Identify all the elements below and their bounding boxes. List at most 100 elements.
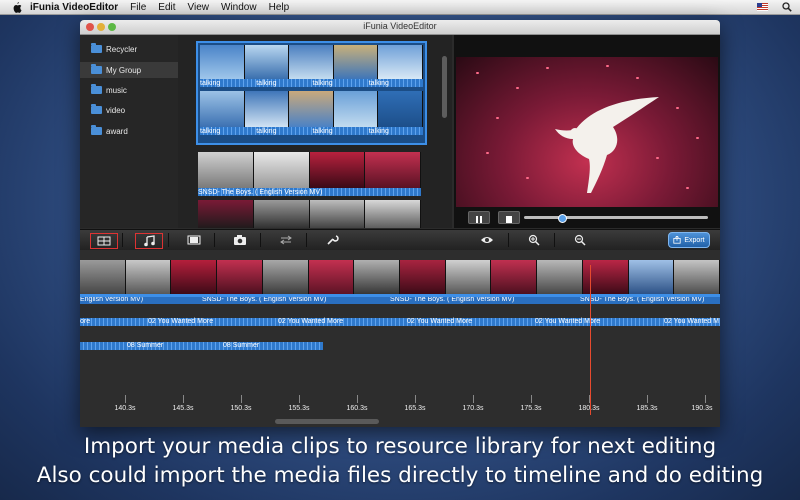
dove-image bbox=[555, 97, 659, 193]
app-menu[interactable]: iFunia VideoEditor bbox=[30, 2, 118, 13]
menu-edit[interactable]: Edit bbox=[158, 2, 175, 13]
transition-button[interactable] bbox=[273, 233, 299, 247]
zoom-out-button[interactable] bbox=[567, 233, 593, 247]
ruler-label: 150.3s bbox=[230, 405, 252, 412]
menu-help[interactable]: Help bbox=[269, 2, 290, 13]
sidebar-item-label: Recycler bbox=[106, 44, 138, 54]
library-sidebar: Recycler My Group music video award bbox=[80, 35, 178, 228]
sidebar-item-label: video bbox=[106, 105, 126, 115]
audio-track-1[interactable]: ore 02 You Wanted More 02 You Wanted Mor… bbox=[80, 318, 720, 326]
menu-view[interactable]: View bbox=[188, 2, 210, 13]
ruler-label: 140.3s bbox=[114, 405, 136, 412]
clip-caption: talking talking talking talking bbox=[200, 127, 423, 135]
clip-caption: talking talking talking talking bbox=[200, 79, 423, 87]
music-button[interactable] bbox=[135, 233, 163, 249]
sidebar-item-video[interactable]: video bbox=[80, 102, 178, 118]
clip-caption-text: SNSD- The Boys. ( English Version MV) bbox=[198, 188, 323, 196]
promo-caption: Import your media clips to resource libr… bbox=[0, 432, 800, 490]
edit-tools-button[interactable] bbox=[319, 233, 345, 247]
audio-track-2[interactable]: 08 Summer 08 Summer bbox=[80, 342, 323, 350]
sidebar-item-music[interactable]: music bbox=[80, 82, 178, 98]
export-label: Export bbox=[684, 236, 705, 244]
ruler-label: 175.3s bbox=[520, 405, 542, 412]
ruler-label: 190.3s bbox=[691, 405, 713, 412]
clip-caption-text: talking bbox=[256, 127, 277, 135]
sidebar-item-my-group[interactable]: My Group bbox=[80, 62, 178, 78]
ruler-label: 170.3s bbox=[462, 405, 484, 412]
sidebar-item-label: My Group bbox=[106, 65, 142, 75]
clip-caption-text: talking bbox=[200, 79, 221, 87]
pause-icon bbox=[476, 216, 482, 223]
playback-slider-knob[interactable] bbox=[558, 214, 567, 223]
clip-caption-text: talking bbox=[312, 79, 333, 87]
audio-clip-label: 08 Summer bbox=[127, 342, 164, 349]
audio-clip-label: ore bbox=[80, 318, 91, 325]
clip-caption-text: talking bbox=[200, 127, 221, 135]
playback-progress-slider[interactable] bbox=[524, 214, 708, 223]
time-ruler[interactable]: 140.3s 145.3s 150.3s 155.3s 160.3s 165.3… bbox=[80, 395, 720, 417]
ruler-label: 145.3s bbox=[172, 405, 194, 412]
caption-line-1: Import your media clips to resource libr… bbox=[83, 434, 717, 459]
export-icon bbox=[673, 236, 681, 244]
media-library: talking talking talking talking talking … bbox=[178, 35, 452, 228]
ruler-label: 180.3s bbox=[578, 405, 600, 412]
video-track-thumbnails[interactable] bbox=[80, 260, 720, 295]
music-note-icon bbox=[144, 235, 155, 247]
folder-icon bbox=[91, 64, 102, 74]
clip-caption-text: talking bbox=[368, 79, 389, 87]
menu-file[interactable]: File bbox=[130, 2, 146, 13]
menu-window[interactable]: Window bbox=[221, 2, 257, 13]
clip-thumbnail-strip[interactable] bbox=[200, 45, 423, 79]
spotlight-search-icon[interactable] bbox=[782, 2, 792, 12]
clip-caption-text: talking bbox=[256, 79, 277, 87]
wrench-icon bbox=[327, 235, 339, 245]
video-track[interactable]: English Version MV) SNSD- The Boys. ( En… bbox=[80, 260, 720, 304]
preview-button[interactable] bbox=[474, 233, 500, 247]
stop-icon bbox=[506, 216, 512, 223]
sidebar-item-award[interactable]: award bbox=[80, 123, 178, 139]
library-scrollbar[interactable] bbox=[442, 56, 447, 118]
sidebar-item-label: award bbox=[106, 126, 128, 136]
camera-icon bbox=[234, 235, 246, 245]
audio-clip-label: 02 You Wanted More bbox=[278, 318, 344, 325]
folder-icon bbox=[91, 43, 102, 53]
clip-caption: SNSD- The Boys. ( English Version MV) bbox=[198, 188, 421, 196]
ruler-label: 185.3s bbox=[636, 405, 658, 412]
snapshot-button[interactable] bbox=[227, 233, 253, 247]
storyboard-button[interactable] bbox=[90, 233, 118, 249]
folder-icon bbox=[91, 104, 102, 114]
clip-thumbnail-strip[interactable] bbox=[198, 200, 421, 228]
caption-line-2: Also could import the media files direct… bbox=[36, 463, 764, 488]
audio-clip-label: 02 You Wanted M bbox=[664, 318, 720, 325]
playhead[interactable] bbox=[590, 265, 591, 415]
folder-icon bbox=[91, 125, 102, 135]
export-button[interactable]: Export bbox=[668, 232, 710, 248]
window-title: iFunia VideoEditor bbox=[363, 21, 437, 31]
preview-frame bbox=[456, 57, 718, 207]
video-clip-label: SNSD- The Boys. ( English Version MV) bbox=[202, 296, 327, 303]
menu-bar: iFunia VideoEditor File Edit View Window… bbox=[0, 0, 800, 15]
zoom-out-icon bbox=[574, 234, 586, 246]
clip-thumbnail-strip[interactable] bbox=[198, 152, 421, 188]
video-track-labels: English Version MV) SNSD- The Boys. ( En… bbox=[80, 296, 720, 304]
clip-thumbnail-strip[interactable] bbox=[200, 91, 423, 127]
video-preview bbox=[454, 35, 720, 228]
apple-icon[interactable] bbox=[12, 1, 22, 13]
sidebar-item-label: music bbox=[106, 85, 127, 95]
us-flag-icon[interactable] bbox=[757, 3, 768, 11]
video-clip-label: English Version MV) bbox=[80, 296, 144, 303]
video-clip-button[interactable] bbox=[181, 233, 207, 247]
storyboard-icon bbox=[97, 236, 111, 246]
pause-button[interactable] bbox=[468, 211, 490, 224]
timeline-scrollbar[interactable] bbox=[275, 419, 379, 424]
title-bar: iFunia VideoEditor bbox=[80, 20, 720, 35]
timeline[interactable]: English Version MV) SNSD- The Boys. ( En… bbox=[80, 250, 720, 427]
sidebar-item-recycler[interactable]: Recycler bbox=[80, 41, 178, 57]
folder-icon bbox=[91, 84, 102, 94]
video-clip-label: SNSD- The Boys. ( English Version MV) bbox=[580, 296, 705, 303]
stop-button[interactable] bbox=[498, 211, 520, 224]
selected-clip-group[interactable]: talking talking talking talking talking … bbox=[196, 41, 427, 145]
clip-caption-text: talking bbox=[312, 127, 333, 135]
zoom-in-button[interactable] bbox=[521, 233, 547, 247]
film-icon bbox=[187, 235, 201, 245]
